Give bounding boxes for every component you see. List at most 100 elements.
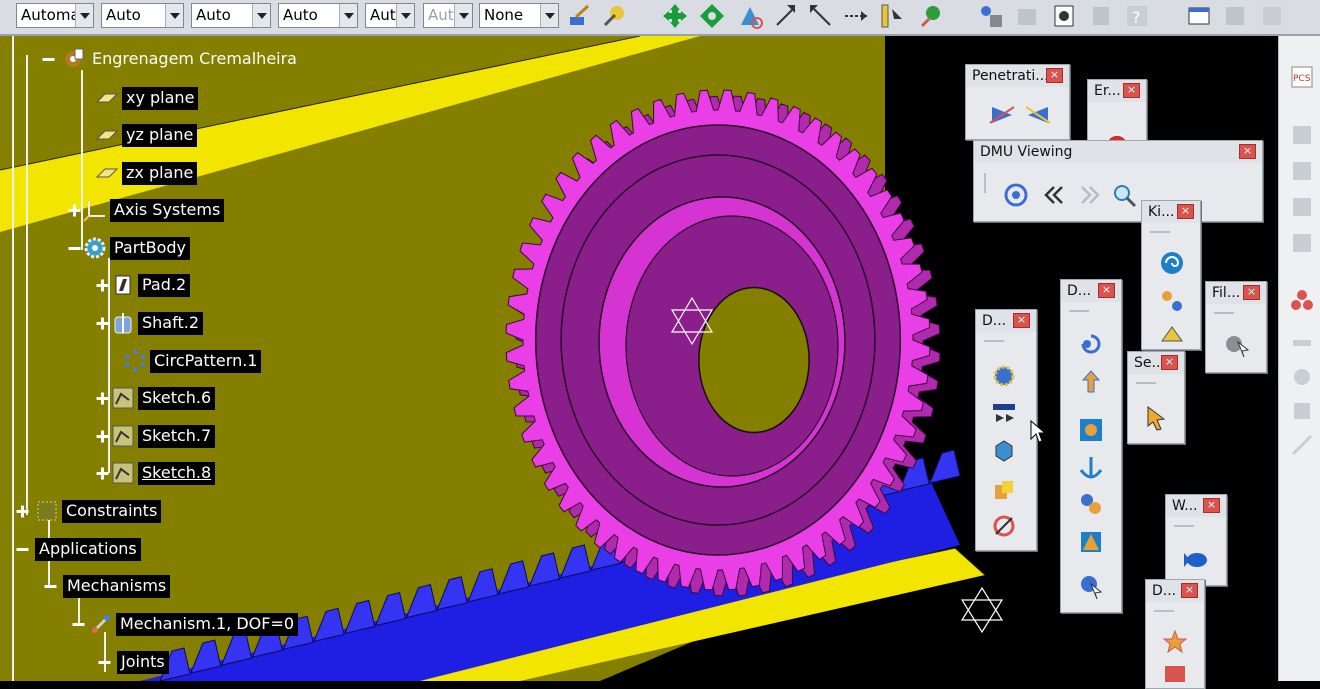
toolbar-grip[interactable]	[984, 340, 1004, 342]
dmu-toolbar-1[interactable]: D... ×	[975, 309, 1037, 551]
toolbar-grip[interactable]	[1136, 382, 1156, 384]
magnifier-icon[interactable]	[1110, 181, 1138, 209]
expand-toggle-icon[interactable]	[96, 430, 109, 443]
catalog-icon[interactable]	[1051, 3, 1077, 29]
chevron-down-icon[interactable]	[75, 4, 93, 27]
toolbar-grip[interactable]	[1174, 525, 1194, 527]
fish-player-icon[interactable]	[1182, 545, 1210, 573]
paintbrush-icon[interactable]	[566, 3, 592, 29]
toolbar-grip[interactable]	[1150, 231, 1170, 233]
rotation-joint-icon[interactable]	[1077, 330, 1105, 358]
toolbar-grip[interactable]	[1214, 312, 1234, 314]
chevron-down-icon[interactable]	[540, 4, 558, 27]
close-icon[interactable]: ×	[1239, 144, 1256, 159]
expand-toggle-icon[interactable]	[96, 279, 109, 292]
joint-edit-icon[interactable]	[1077, 490, 1105, 518]
rewind-icon[interactable]	[1038, 181, 1066, 209]
collapse-toggle-icon[interactable]	[16, 543, 29, 556]
tree-node-zx-plane[interactable]: zx plane	[95, 159, 198, 187]
penetration-icon[interactable]	[988, 101, 1016, 129]
combo-pattern[interactable]: None	[479, 3, 559, 28]
tree-node-constraints[interactable]: Constraints	[16, 497, 162, 525]
collapse-toggle-icon[interactable]	[98, 656, 111, 669]
close-icon[interactable]: ×	[1181, 583, 1198, 598]
close-icon[interactable]: ×	[1046, 68, 1063, 83]
dmu-toolbar-2[interactable]: D... ×	[1060, 279, 1122, 613]
normal-view-icon[interactable]	[843, 3, 869, 29]
collapse-toggle-icon[interactable]	[68, 242, 81, 255]
tree-node-joints[interactable]: Joints	[98, 648, 169, 676]
star-insert-icon[interactable]	[1161, 628, 1189, 656]
select-arrow-icon[interactable]	[1142, 404, 1170, 432]
close-icon[interactable]: ×	[1161, 355, 1178, 370]
chevron-down-icon[interactable]	[339, 4, 357, 27]
close-icon[interactable]: ×	[1098, 283, 1115, 298]
expand-toggle-icon[interactable]	[96, 392, 109, 405]
dmu-viewing-toolbar[interactable]: DMU Viewing ×	[973, 140, 1263, 222]
joints-icon[interactable]	[1158, 287, 1186, 315]
assembly-icon[interactable]	[1289, 288, 1315, 314]
web-toolbar[interactable]: W... ×	[1165, 494, 1227, 586]
tree-node-circpattern[interactable]: CircPattern.1	[123, 347, 262, 375]
tree-node-mechanisms[interactable]: Mechanisms	[44, 572, 171, 600]
filter-toolbar[interactable]: Fil... ×	[1205, 281, 1267, 373]
swept-volume-icon[interactable]	[1077, 528, 1105, 556]
combo-point-type[interactable]: Automatic	[16, 3, 94, 28]
close-icon[interactable]: ×	[1177, 204, 1194, 219]
gear-joint-icon[interactable]	[1077, 416, 1105, 444]
expand-toggle-icon[interactable]	[96, 467, 109, 480]
tree-node-yz-plane[interactable]: yz plane	[95, 121, 198, 149]
properties-icon[interactable]	[1186, 3, 1212, 29]
interference-icon[interactable]	[1024, 101, 1052, 129]
tree-node-pad[interactable]: Pad.2	[96, 271, 191, 299]
tree-node-xy-plane[interactable]: xy plane	[95, 84, 199, 112]
tree-node-partbody[interactable]: PartBody	[68, 234, 190, 262]
expand-toggle-icon[interactable]	[16, 505, 29, 518]
gear-select-icon[interactable]	[1222, 330, 1250, 358]
dmu-toolbar-3[interactable]: D... ×	[1145, 579, 1205, 689]
select-pointer-icon[interactable]	[1077, 572, 1105, 600]
tree-node-applications[interactable]: Applications	[16, 535, 141, 563]
translation-joint-icon[interactable]	[1077, 368, 1105, 396]
kinematics-toolbar[interactable]: Ki... ×	[1141, 200, 1201, 350]
hide-show-icon[interactable]	[919, 3, 945, 29]
combo-linetype[interactable]: Auto	[278, 3, 358, 28]
tree-node-mechanism1[interactable]: Mechanism.1, DOF=0	[72, 610, 299, 638]
zoom-out-icon[interactable]	[808, 3, 834, 29]
penetration-toolbar[interactable]: Penetrati... ×	[965, 64, 1070, 140]
close-icon[interactable]: ×	[1123, 83, 1140, 98]
tree-node-sketch6[interactable]: Sketch.6	[96, 384, 216, 412]
collapse-toggle-icon[interactable]	[72, 618, 85, 631]
toolbar-grip[interactable]	[984, 173, 986, 193]
anchor-icon[interactable]	[1077, 454, 1105, 482]
toolbar-grip[interactable]	[1154, 610, 1174, 612]
zoom-in-icon[interactable]	[773, 3, 799, 29]
target-icon[interactable]	[1002, 181, 1030, 209]
chevron-down-icon[interactable]	[396, 4, 414, 27]
pcs-icon[interactable]: PCS	[1289, 64, 1315, 90]
fixed-part-icon[interactable]	[1158, 321, 1186, 349]
tree-node-root[interactable]: Engrenagem Cremalheira	[42, 45, 301, 73]
toolbar-grip[interactable]	[1069, 310, 1089, 312]
close-icon[interactable]: ×	[1203, 498, 1220, 513]
cube-sensor-icon[interactable]	[990, 436, 1018, 464]
swirl-icon[interactable]	[1158, 249, 1186, 277]
combo-layer[interactable]: Auto	[365, 3, 415, 28]
expand-toggle-icon[interactable]	[96, 317, 109, 330]
sequence-icon[interactable]	[1161, 660, 1189, 688]
combo-thickness[interactable]: Auto	[191, 3, 271, 28]
tree-node-axis-systems[interactable]: Axis Systems	[68, 196, 225, 224]
play-simulation-icon[interactable]	[990, 398, 1018, 426]
analysis-icon[interactable]	[990, 512, 1018, 540]
rotate-arrows-icon[interactable]	[699, 3, 725, 29]
combo-line-type[interactable]: Auto	[101, 3, 184, 28]
tree-node-shaft[interactable]: Shaft.2	[96, 309, 203, 337]
toolbar-title[interactable]: DMU Viewing	[974, 141, 1262, 163]
close-icon[interactable]: ×	[1243, 285, 1260, 300]
pan-arrows-icon[interactable]	[662, 3, 688, 29]
collapse-toggle-icon[interactable]	[42, 53, 55, 66]
collapse-toggle-icon[interactable]	[44, 580, 57, 593]
chevron-down-icon[interactable]	[165, 4, 183, 27]
selection-toolbar[interactable]: Se... ×	[1127, 351, 1185, 444]
tree-node-sketch8[interactable]: Sketch.8	[96, 459, 216, 487]
